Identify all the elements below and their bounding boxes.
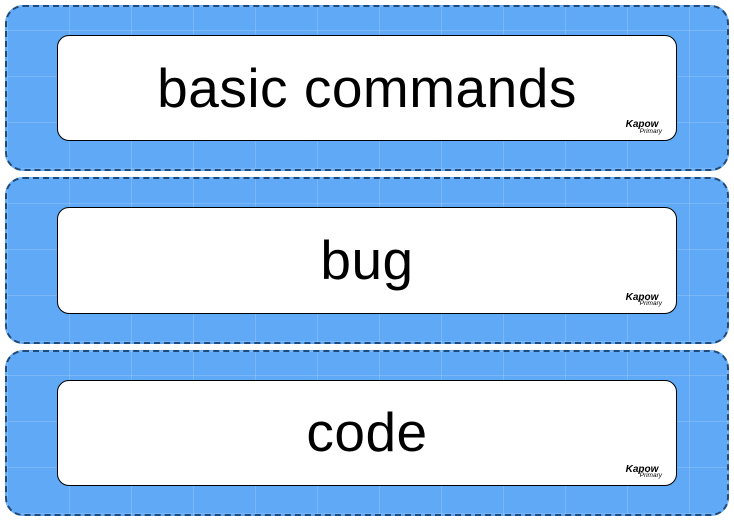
brand-logo: Kapow Primary	[626, 294, 662, 307]
vocab-card: basic commands Kapow Primary	[5, 5, 729, 171]
word-box: basic commands Kapow Primary	[57, 35, 677, 141]
word-text: basic commands	[157, 61, 577, 116]
brand-logo: Kapow Primary	[626, 466, 662, 479]
vocab-card: bug Kapow Primary	[5, 177, 729, 343]
vocab-card: code Kapow Primary	[5, 350, 729, 516]
word-text: code	[306, 405, 427, 460]
word-box: code Kapow Primary	[57, 380, 677, 486]
word-box: bug Kapow Primary	[57, 207, 677, 313]
word-text: bug	[320, 233, 413, 288]
brand-logo: Kapow Primary	[626, 121, 662, 134]
